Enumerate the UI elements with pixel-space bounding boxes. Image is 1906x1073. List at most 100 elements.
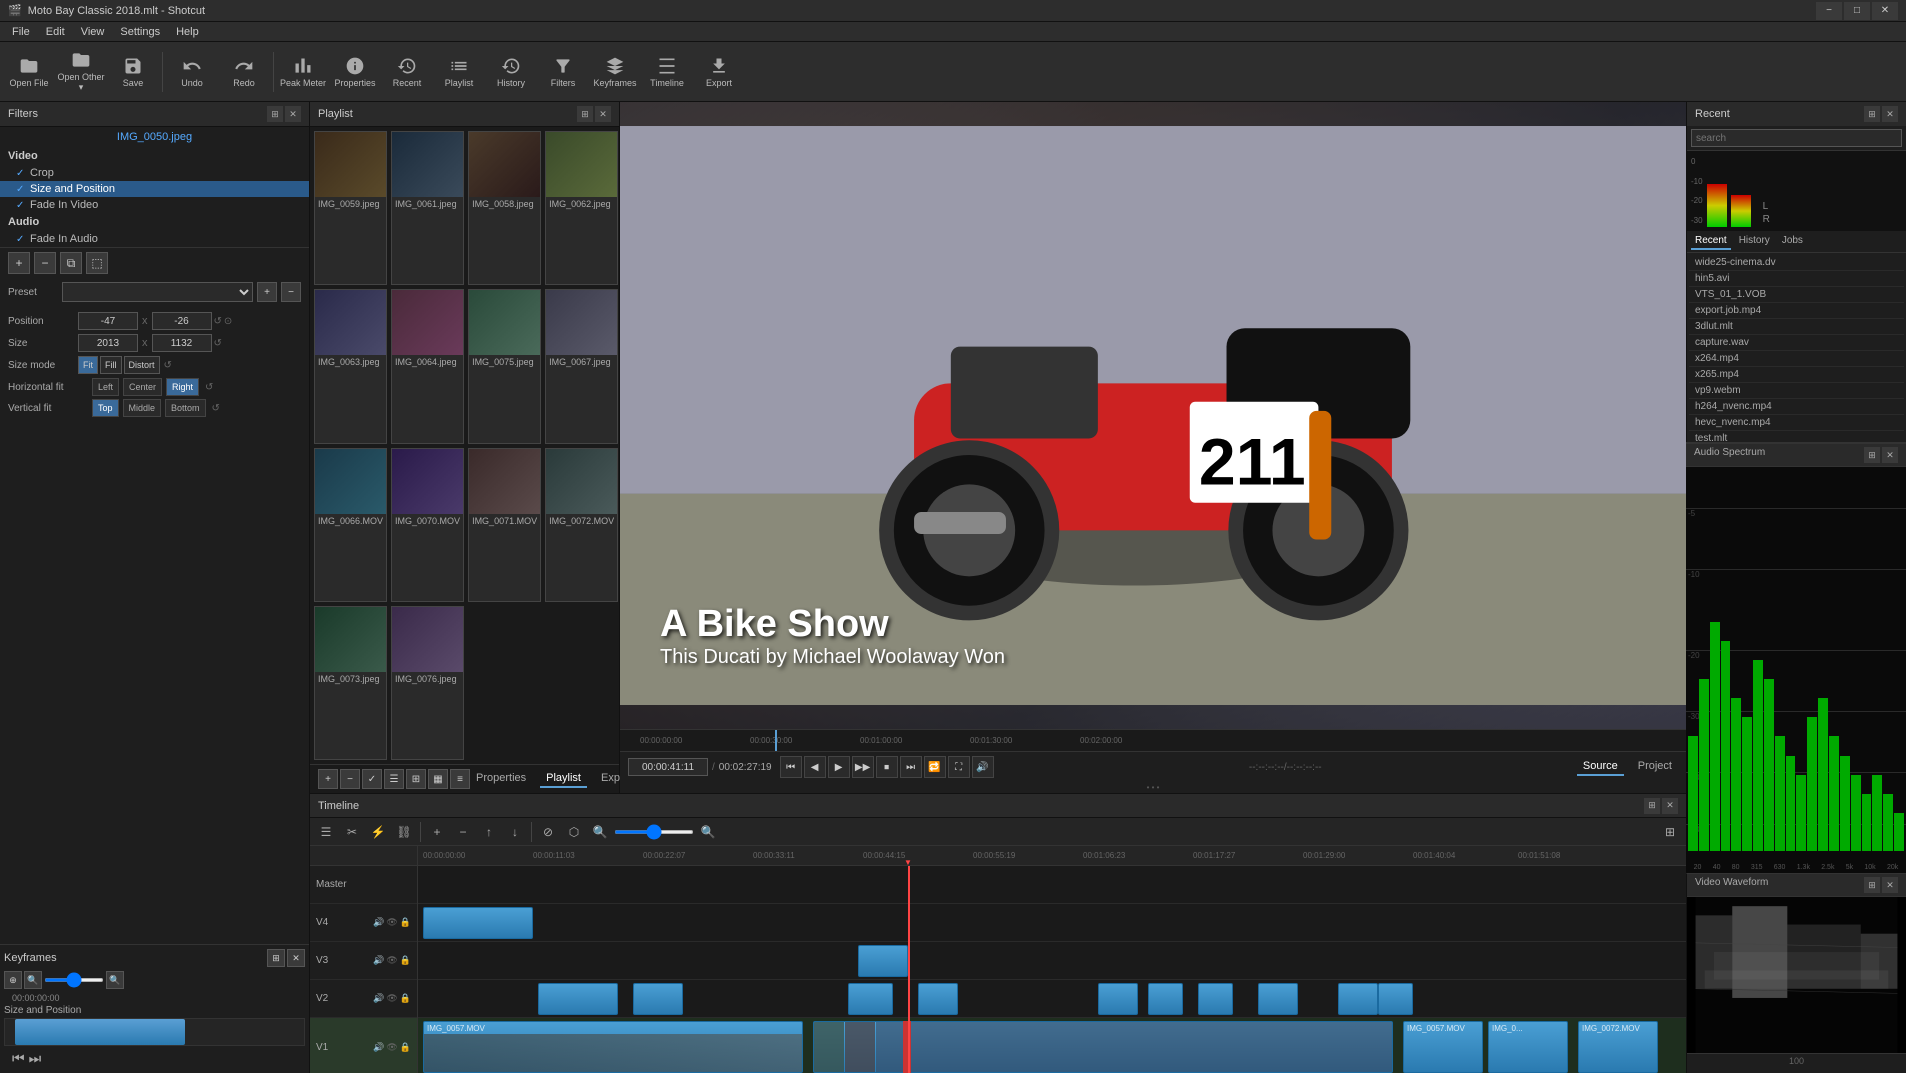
- recent-item-2[interactable]: VTS_01_1.VOB: [1689, 287, 1904, 303]
- v1-clip-2[interactable]: [813, 1021, 1393, 1073]
- v2-clip-2[interactable]: [633, 983, 683, 1015]
- playlist-remove-button[interactable]: −: [340, 769, 360, 789]
- tl-zoom-out[interactable]: 🔍: [588, 820, 612, 844]
- size-reset[interactable]: ↺: [214, 338, 222, 349]
- recent-close-button[interactable]: ✕: [1882, 106, 1898, 122]
- valign-top[interactable]: Top: [92, 399, 119, 417]
- size-h-input[interactable]: [152, 334, 212, 352]
- rp-tab-jobs[interactable]: Jobs: [1778, 233, 1807, 250]
- menu-file[interactable]: File: [4, 24, 38, 40]
- recent-search-input[interactable]: [1691, 129, 1902, 147]
- transport-stop[interactable]: ⏹: [876, 756, 898, 778]
- v2-clip-6[interactable]: [1148, 983, 1183, 1015]
- halign-reset[interactable]: ↺: [205, 382, 213, 393]
- kf-zoom-slider[interactable]: [44, 978, 104, 982]
- rp-tab-history[interactable]: History: [1735, 233, 1774, 250]
- preset-add-button[interactable]: +: [257, 282, 277, 302]
- menu-help[interactable]: Help: [168, 24, 207, 40]
- tl-overwrite[interactable]: ↓: [503, 820, 527, 844]
- v2-clip-4[interactable]: [918, 983, 958, 1015]
- spectrum-float[interactable]: ⊞: [1864, 447, 1880, 463]
- recent-item-5[interactable]: capture.wav: [1689, 335, 1904, 351]
- position-y-input[interactable]: [152, 312, 212, 330]
- filter-crop[interactable]: ✓ Crop: [0, 165, 309, 181]
- recent-item-10[interactable]: hevc_nvenc.mp4: [1689, 415, 1904, 431]
- tl-add-track[interactable]: +: [425, 820, 449, 844]
- preview-timeline-bar[interactable]: 00:00:00:00 00:00:30:00 00:01:00:00 00:0…: [620, 729, 1686, 751]
- playlist-float-button[interactable]: ⊞: [577, 106, 593, 122]
- peak-meter-button[interactable]: Peak Meter: [278, 45, 328, 99]
- transport-skip-start[interactable]: ⏮: [780, 756, 802, 778]
- playlist-item[interactable]: IMG_0058.jpeg: [468, 131, 541, 285]
- transport-fullscreen[interactable]: ⛶: [948, 756, 970, 778]
- kf-play-forward[interactable]: ⏭: [29, 1050, 42, 1067]
- history-button[interactable]: History: [486, 45, 536, 99]
- timeline-button[interactable]: Timeline: [642, 45, 692, 99]
- kf-zoom-out[interactable]: 🔍: [24, 971, 42, 989]
- recent-item-11[interactable]: test.mlt: [1689, 431, 1904, 442]
- undo-button[interactable]: Undo: [167, 45, 217, 99]
- valign-reset[interactable]: ↺: [212, 403, 220, 414]
- v1-clip-5[interactable]: IMG_0072.MOV: [1578, 1021, 1658, 1073]
- playlist-item[interactable]: IMG_0075.jpeg: [468, 289, 541, 443]
- playlist-ok-button[interactable]: ✓: [362, 769, 382, 789]
- tl-zoom-slider[interactable]: [614, 830, 694, 834]
- v4-lock[interactable]: 🔒: [400, 917, 411, 928]
- tl-split[interactable]: ⊘: [536, 820, 560, 844]
- kf-zoom-in[interactable]: 🔍: [106, 971, 124, 989]
- transport-play[interactable]: ▶: [828, 756, 850, 778]
- playlist-item[interactable]: IMG_0072.MOV: [545, 448, 618, 602]
- transport-volume[interactable]: 🔊: [972, 756, 994, 778]
- tl-ripple[interactable]: ⛓: [392, 820, 416, 844]
- playlist-item[interactable]: IMG_0064.jpeg: [391, 289, 464, 443]
- size-mode-reset[interactable]: ↺: [164, 360, 172, 371]
- v2-clip-3[interactable]: [848, 983, 893, 1015]
- tl-remove-track[interactable]: −: [451, 820, 475, 844]
- copy-filter-button[interactable]: ⧉: [60, 252, 82, 274]
- properties-button[interactable]: Properties: [330, 45, 380, 99]
- playlist-add-button[interactable]: +: [318, 769, 338, 789]
- v1-clip-1[interactable]: IMG_0057.MOV: [423, 1021, 803, 1073]
- preset-remove-button[interactable]: −: [281, 282, 301, 302]
- v2-eye[interactable]: 👁: [386, 993, 397, 1004]
- playlist-item[interactable]: IMG_0066.MOV: [314, 448, 387, 602]
- recent-item-8[interactable]: vp9.webm: [1689, 383, 1904, 399]
- pl-tab-properties[interactable]: Properties: [470, 770, 532, 788]
- v2-clip-8[interactable]: [1258, 983, 1298, 1015]
- v3-audio[interactable]: 🔊: [373, 955, 384, 966]
- halign-center[interactable]: Center: [123, 378, 162, 396]
- filters-button[interactable]: Filters: [538, 45, 588, 99]
- v4-eye[interactable]: 👁: [386, 917, 397, 928]
- v1-clip-3[interactable]: IMG_0057.MOV: [1403, 1021, 1483, 1073]
- playlist-list-view[interactable]: ☰: [384, 769, 404, 789]
- v4-clip-1[interactable]: [423, 907, 533, 939]
- transport-skip-end[interactable]: ⏭: [900, 756, 922, 778]
- tl-scrub[interactable]: ✂: [340, 820, 364, 844]
- open-file-button[interactable]: Open File: [4, 45, 54, 99]
- recent-item-4[interactable]: 3dlut.mlt: [1689, 319, 1904, 335]
- size-mode-fill[interactable]: Fill: [100, 356, 122, 374]
- vw-close[interactable]: ✕: [1882, 877, 1898, 893]
- v2-lock[interactable]: 🔒: [400, 993, 411, 1004]
- timeline-tracks-area[interactable]: 00:00:00:00 00:00:11:03 00:00:22:07 00:0…: [418, 846, 1686, 1073]
- recent-item-1[interactable]: hin5.avi: [1689, 271, 1904, 287]
- rp-tab-recent[interactable]: Recent: [1691, 233, 1731, 250]
- playlist-button[interactable]: Playlist: [434, 45, 484, 99]
- menu-edit[interactable]: Edit: [38, 24, 73, 40]
- position-animate[interactable]: ⊙: [224, 316, 232, 327]
- filter-fade-in-video[interactable]: ✓ Fade In Video: [0, 197, 309, 213]
- v2-clip-9[interactable]: [1338, 983, 1378, 1015]
- open-other-button[interactable]: Open Other ▾: [56, 45, 106, 99]
- v1-lock[interactable]: 🔒: [400, 1042, 411, 1053]
- playlist-item[interactable]: IMG_0073.jpeg: [314, 606, 387, 760]
- playlist-grid-view[interactable]: ⊞: [406, 769, 426, 789]
- recent-float-button[interactable]: ⊞: [1864, 106, 1880, 122]
- export-button[interactable]: Export: [694, 45, 744, 99]
- add-filter-button[interactable]: +: [8, 252, 30, 274]
- v1-clip-4[interactable]: IMG_0...: [1488, 1021, 1568, 1073]
- playlist-item[interactable]: IMG_0063.jpeg: [314, 289, 387, 443]
- playlist-item[interactable]: IMG_0076.jpeg: [391, 606, 464, 760]
- v2-clip-7[interactable]: [1198, 983, 1233, 1015]
- close-button[interactable]: ✕: [1872, 2, 1898, 20]
- filter-size-position[interactable]: ✓ Size and Position: [0, 181, 309, 197]
